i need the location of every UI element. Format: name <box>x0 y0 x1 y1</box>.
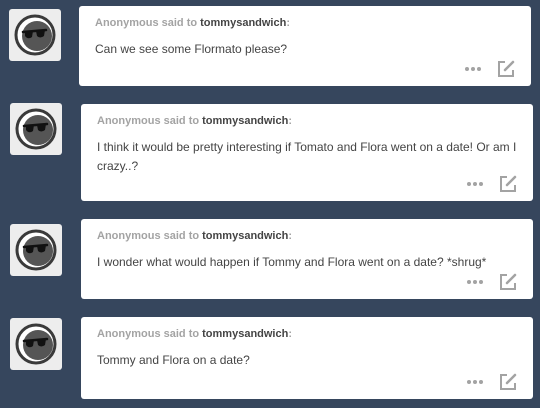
ask-feed: { "posts": [ { "asker": "Anonymous", "sa… <box>0 0 540 408</box>
asker-colon: : <box>288 328 292 340</box>
more-dots-icon[interactable] <box>466 181 484 187</box>
asker-line: Anonymous said to tommysandwich: <box>97 115 292 127</box>
asker-colon: : <box>288 230 292 242</box>
said-to-text: said to <box>163 230 200 242</box>
anonymous-avatar-icon <box>14 14 56 56</box>
edit-icon[interactable] <box>498 272 518 292</box>
asker-colon: : <box>286 17 290 29</box>
edit-icon[interactable] <box>498 174 518 194</box>
blog-name[interactable]: tommysandwich <box>200 17 286 29</box>
anonymous-avatar-icon <box>15 108 57 150</box>
more-dots-icon[interactable] <box>464 66 482 72</box>
avatar[interactable] <box>10 318 62 370</box>
more-dots-icon[interactable] <box>466 379 484 385</box>
asker-line: Anonymous said to tommysandwich: <box>95 17 290 29</box>
avatar[interactable] <box>9 9 61 61</box>
question-text: I wonder what would happen if Tommy and … <box>97 255 487 269</box>
edit-icon[interactable] <box>498 372 518 392</box>
ask-card: Anonymous said to tommysandwich: I wonde… <box>81 219 533 299</box>
asker-line: Anonymous said to tommysandwich: <box>97 230 292 242</box>
asker-line: Anonymous said to tommysandwich: <box>97 328 292 340</box>
said-to-text: said to <box>163 115 200 127</box>
asker-name[interactable]: Anonymous <box>95 17 159 29</box>
avatar[interactable] <box>10 224 62 276</box>
ask-card: Anonymous said to tommysandwich: Tommy a… <box>81 317 533 399</box>
question-text: I think it would be pretty interesting i… <box>97 140 517 173</box>
asker-name[interactable]: Anonymous <box>97 115 161 127</box>
ask-card: Anonymous said to tommysandwich: I think… <box>81 104 533 201</box>
anonymous-avatar-icon <box>15 229 57 271</box>
blog-name[interactable]: tommysandwich <box>202 230 288 242</box>
asker-colon: : <box>288 115 292 127</box>
asker-name[interactable]: Anonymous <box>97 230 161 242</box>
edit-icon[interactable] <box>496 59 516 79</box>
more-dots-icon[interactable] <box>466 279 484 285</box>
avatar[interactable] <box>10 103 62 155</box>
said-to-text: said to <box>161 17 198 29</box>
ask-card: Anonymous said to tommysandwich: Can we … <box>79 6 531 86</box>
anonymous-avatar-icon <box>15 323 57 365</box>
question-text: Tommy and Flora on a date? <box>97 353 250 367</box>
question-text: Can we see some Flormato please? <box>95 42 288 56</box>
said-to-text: said to <box>163 328 200 340</box>
asker-name[interactable]: Anonymous <box>97 328 161 340</box>
blog-name[interactable]: tommysandwich <box>202 328 288 340</box>
blog-name[interactable]: tommysandwich <box>202 115 288 127</box>
